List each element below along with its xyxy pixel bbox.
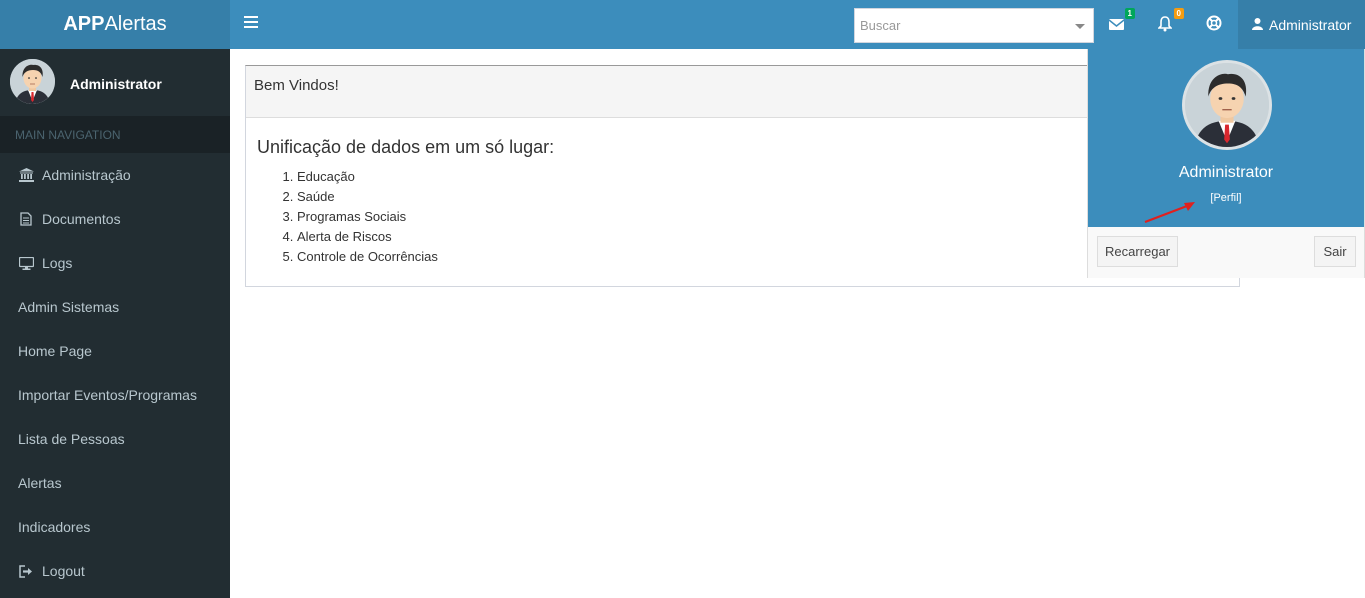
- monitor-icon: [18, 256, 34, 270]
- sidebar-item-label: Documentos: [42, 211, 121, 227]
- lifebuoy-icon[interactable]: [1206, 15, 1224, 33]
- envelope-icon[interactable]: 1: [1108, 8, 1135, 33]
- sidebar-item-label: Logout: [42, 563, 85, 579]
- reload-button[interactable]: Recarregar: [1097, 236, 1178, 267]
- sidebar-user-name: Administrator: [70, 76, 162, 92]
- features-list: Educação Saúde Programas Sociais Alerta …: [257, 167, 1228, 267]
- logo-light-text: Alertas: [104, 13, 167, 35]
- sidebar-item-label: Indicadores: [18, 519, 91, 535]
- user-dropdown-header: Administrator [Perfil]: [1088, 49, 1364, 227]
- sidebar-item-indicadores[interactable]: Indicadores: [0, 505, 230, 549]
- messages-badge: 1: [1124, 8, 1135, 19]
- sidebar-item-label: Lista de Pessoas: [18, 431, 125, 447]
- avatar: [1182, 60, 1272, 150]
- sidebar-item-admin-sistemas[interactable]: Admin Sistemas: [0, 285, 230, 329]
- app-logo[interactable]: APP Alertas: [0, 0, 230, 49]
- annotation-arrow-icon: [1144, 202, 1195, 224]
- logo-bold-text: APP: [63, 13, 105, 35]
- document-icon: [18, 212, 34, 226]
- sidebar: Administrator MAIN NAVIGATION Administra…: [0, 49, 230, 598]
- sidebar-item-administracao[interactable]: Administração: [0, 153, 230, 197]
- user-menu-toggle[interactable]: Administrator: [1238, 0, 1365, 49]
- user-icon: [1252, 17, 1263, 33]
- avatar: [10, 59, 55, 104]
- logout-button[interactable]: Sair: [1314, 236, 1356, 267]
- sidebar-item-label: Admin Sistemas: [18, 299, 120, 315]
- sidebar-item-alertas[interactable]: Alertas: [0, 461, 230, 505]
- chevron-down-icon: [1075, 24, 1085, 29]
- sidebar-item-home-page[interactable]: Home Page: [0, 329, 230, 373]
- sidebar-item-label: Importar Eventos/Programas: [18, 387, 197, 403]
- sidebar-item-label: Home Page: [18, 343, 92, 359]
- sidebar-item-lista-de-pessoas[interactable]: Lista de Pessoas: [0, 417, 230, 461]
- sidebar-item-label: Administração: [42, 167, 131, 183]
- user-dropdown-footer: Recarregar Sair: [1088, 227, 1364, 278]
- bell-icon[interactable]: 0: [1157, 8, 1184, 33]
- sidebar-item-label: Logs: [42, 255, 73, 271]
- sign-out-icon: [18, 564, 34, 578]
- sidebar-item-logout[interactable]: Logout: [0, 549, 230, 593]
- bank-icon: [18, 168, 34, 182]
- search-placeholder: Buscar: [860, 18, 901, 33]
- profile-link[interactable]: [Perfil]: [1088, 192, 1364, 204]
- user-dropdown-menu: Administrator [Perfil] Recarregar Sair: [1087, 49, 1365, 278]
- sidebar-item-label: Alertas: [18, 475, 62, 491]
- search-select[interactable]: Buscar: [854, 8, 1094, 43]
- dropdown-user-name: Administrator: [1178, 164, 1274, 181]
- top-navbar: Buscar 1 0 Administrator: [230, 0, 1365, 49]
- sidebar-item-importar-eventos[interactable]: Importar Eventos/Programas: [0, 373, 230, 417]
- sidebar-item-logs[interactable]: Logs: [0, 241, 230, 285]
- main-navigation-header: MAIN NAVIGATION: [0, 116, 230, 153]
- sidebar-toggle-icon[interactable]: [244, 16, 258, 32]
- sidebar-user-panel: Administrator: [0, 49, 230, 116]
- user-menu-name: Administrator: [1269, 16, 1352, 33]
- sidebar-item-documentos[interactable]: Documentos: [0, 197, 230, 241]
- notifications-badge: 0: [1173, 8, 1184, 19]
- panel-heading: Unificação de dados em um só lugar:: [257, 137, 555, 157]
